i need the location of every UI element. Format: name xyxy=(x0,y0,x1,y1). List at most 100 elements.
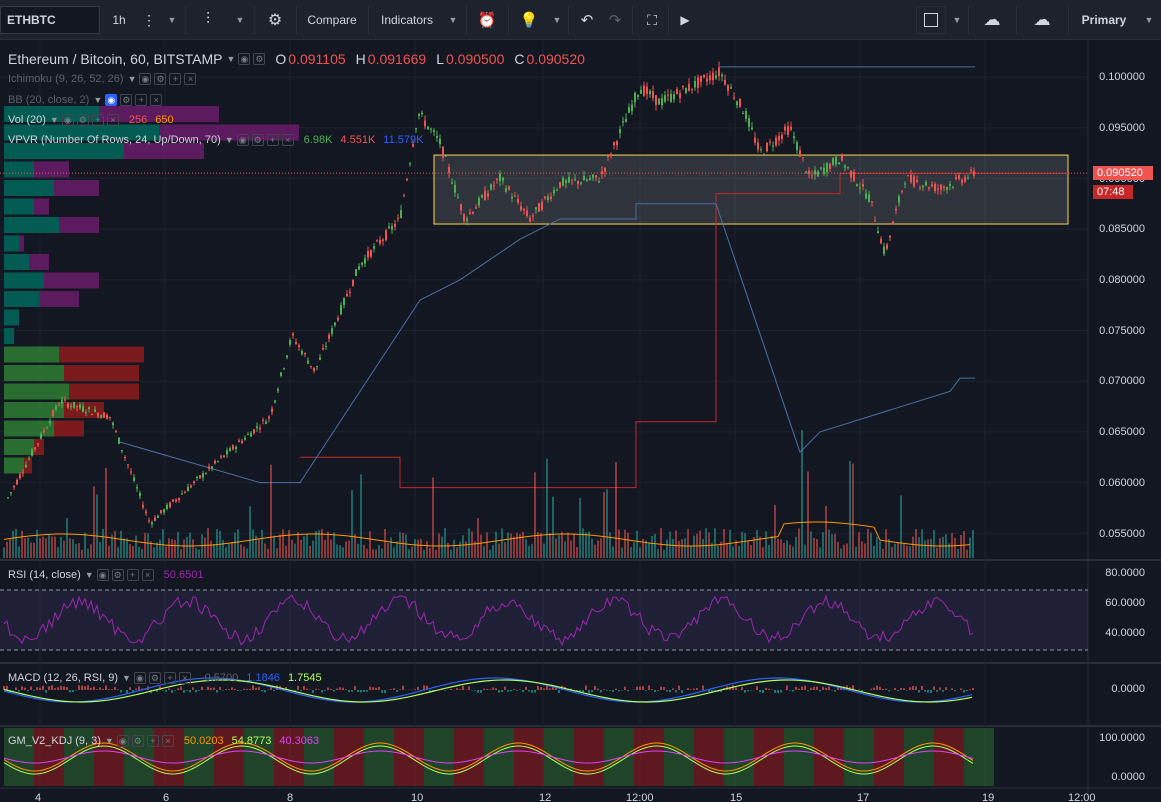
settings-icon[interactable]: ⚙ xyxy=(154,73,167,85)
close-icon[interactable]: × xyxy=(178,672,191,684)
candle-body xyxy=(784,126,786,131)
plus-icon[interactable]: + xyxy=(266,134,279,146)
indicators-dropdown-icon[interactable]: ▼ xyxy=(442,6,460,34)
layout-name-button[interactable]: Primary xyxy=(1072,6,1136,34)
alert-clock-icon[interactable]: ⏰ xyxy=(472,6,502,34)
settings-icon[interactable]: ⚙ xyxy=(131,735,144,747)
macd-legend[interactable]: MACD (12, 26, RSI, 9) ▼ ◉ ⚙ + × -0.5700 … xyxy=(8,672,322,684)
candle-body xyxy=(535,207,537,210)
macd-hist-bar xyxy=(57,687,59,690)
layout-dropdown-icon[interactable]: ▼ xyxy=(946,6,964,34)
layout-name-dropdown-icon[interactable]: ▼ xyxy=(1136,6,1158,34)
candle-body xyxy=(547,196,549,200)
compare-button[interactable]: Compare xyxy=(302,6,362,34)
plus-icon[interactable]: + xyxy=(163,672,176,684)
replay-play-icon[interactable]: ▶ xyxy=(672,6,698,34)
settings-icon[interactable]: ⚙ xyxy=(76,114,89,126)
candle-body xyxy=(283,368,285,370)
macd-hist-bar xyxy=(675,690,677,693)
bb-legend[interactable]: BB (20, close, 2) ▼ ◉ ⚙ + × xyxy=(8,94,163,106)
cloud-load-icon[interactable]: ☁ xyxy=(974,6,1010,34)
chart-style-dropdown-icon[interactable]: ▼ xyxy=(228,6,248,34)
plus-icon[interactable]: + xyxy=(146,735,159,747)
eye-icon[interactable]: ◉ xyxy=(236,134,249,146)
chart-area[interactable]: Ethereum / Bitcoin, 60, BITSTAMP ▼ ◉ ⚙ O… xyxy=(0,40,1161,802)
candle-body xyxy=(871,201,873,203)
ideas-dropdown-icon[interactable]: ▼ xyxy=(546,6,564,34)
kdj-background-band xyxy=(784,728,814,786)
eye-icon[interactable]: ◉ xyxy=(105,94,118,106)
vpvr-legend[interactable]: VPVR (Number Of Rows, 24, Up/Down, 70) ▼… xyxy=(8,134,423,146)
kdj-dropdown-icon[interactable]: ▼ xyxy=(105,736,114,746)
settings-icon[interactable]: ⚙ xyxy=(111,569,124,581)
plus-icon[interactable]: + xyxy=(135,94,148,106)
chart-canvas[interactable] xyxy=(0,40,1161,802)
volume-bar xyxy=(849,461,851,558)
volume-bar xyxy=(309,545,311,558)
settings-icon[interactable]: ⚙ xyxy=(148,672,161,684)
kdj-legend[interactable]: GM_V2_KDJ (9, 3) ▼ ◉ ⚙ + × 50.0203 54.87… xyxy=(8,735,319,747)
volume-bar xyxy=(63,540,65,558)
volume-bar xyxy=(348,540,350,558)
close-icon[interactable]: × xyxy=(184,73,197,85)
ideas-lightbulb-icon[interactable]: 💡 xyxy=(514,6,544,34)
fullscreen-icon[interactable]: ⛶ xyxy=(638,6,666,34)
volume-bar xyxy=(129,544,131,558)
candle-body xyxy=(100,415,102,418)
vol-legend[interactable]: Vol (20) ▼ ◉ ⚙ + × 256 650 xyxy=(8,114,174,126)
settings-icon[interactable]: ⚙ xyxy=(120,94,133,106)
settings-gear-icon[interactable]: ⚙ xyxy=(260,6,290,34)
chart-style-icon[interactable]: ⫶ xyxy=(192,6,224,34)
candle-body xyxy=(688,83,690,91)
ichimoku-dropdown-icon[interactable]: ▼ xyxy=(128,74,137,84)
rsi-legend[interactable]: RSI (14, close) ▼ ◉ ⚙ + × 50.6501 xyxy=(8,569,203,581)
eye-icon[interactable]: ◉ xyxy=(61,114,74,126)
symbol-search[interactable]: ETHBTC xyxy=(0,6,100,34)
interval-dropdown-icon[interactable]: ▼ xyxy=(160,6,180,34)
close-icon[interactable]: × xyxy=(106,114,119,126)
bb-dropdown-icon[interactable]: ▼ xyxy=(93,95,102,105)
more-vertical-icon[interactable]: ⋮ xyxy=(138,6,160,34)
indicators-button[interactable]: Indicators xyxy=(374,6,440,34)
macd-hist-bar xyxy=(963,690,965,693)
close-icon[interactable]: × xyxy=(141,569,154,581)
volume-bar xyxy=(594,544,596,558)
interval-button[interactable]: 1h xyxy=(104,6,134,34)
macd-hist-bar xyxy=(825,687,827,690)
eye-icon[interactable]: ◉ xyxy=(238,53,251,65)
volume-bar xyxy=(372,549,374,558)
eye-icon[interactable]: ◉ xyxy=(133,672,146,684)
candle-body xyxy=(232,445,234,450)
macd-hist-bar xyxy=(480,690,482,693)
volume-bar xyxy=(792,546,794,558)
ichimoku-legend[interactable]: Ichimoku (9, 26, 52, 26) ▼ ◉ ⚙ + × xyxy=(8,73,197,85)
plus-icon[interactable]: + xyxy=(169,73,182,85)
settings-icon[interactable]: ⚙ xyxy=(253,53,266,65)
macd-hist-bar xyxy=(747,690,749,692)
candle-body xyxy=(349,291,351,293)
close-icon[interactable]: × xyxy=(150,94,163,106)
cloud-save-icon[interactable]: ☁ xyxy=(1022,6,1062,34)
symbol-title[interactable]: Ethereum / Bitcoin, 60, BITSTAMP xyxy=(8,51,222,67)
eye-icon[interactable]: ◉ xyxy=(139,73,152,85)
vpvr-dropdown-icon[interactable]: ▼ xyxy=(225,135,234,145)
settings-icon[interactable]: ⚙ xyxy=(251,134,264,146)
title-dropdown-icon[interactable]: ▼ xyxy=(226,54,235,64)
close-icon[interactable]: × xyxy=(161,735,174,747)
eye-icon[interactable]: ◉ xyxy=(116,735,129,747)
plus-icon[interactable]: + xyxy=(126,569,139,581)
candle-body xyxy=(343,298,345,305)
vol-dropdown-icon[interactable]: ▼ xyxy=(50,115,59,125)
layout-square-icon[interactable] xyxy=(916,6,946,34)
low-key: L xyxy=(436,51,444,67)
redo-icon[interactable]: ↷ xyxy=(602,6,628,34)
macd-dropdown-icon[interactable]: ▼ xyxy=(122,673,131,683)
rsi-dropdown-icon[interactable]: ▼ xyxy=(85,570,94,580)
plus-icon[interactable]: + xyxy=(91,114,104,126)
candle-body xyxy=(217,461,219,463)
eye-icon[interactable]: ◉ xyxy=(96,569,109,581)
candle-body xyxy=(121,450,123,452)
close-icon[interactable]: × xyxy=(281,134,294,146)
undo-icon[interactable]: ↶ xyxy=(574,6,600,34)
candle-body xyxy=(364,258,366,264)
